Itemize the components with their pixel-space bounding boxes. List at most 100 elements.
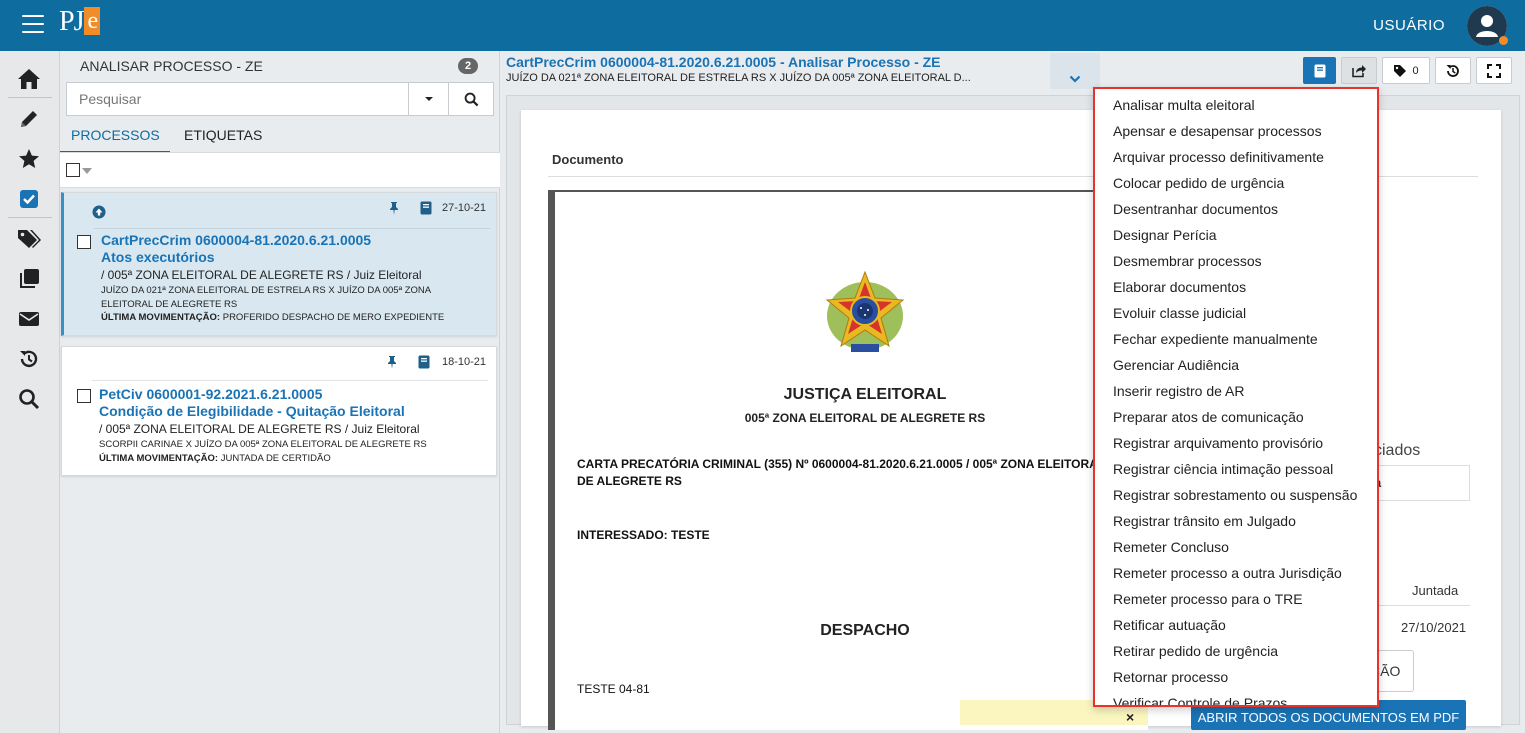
document-case-heading: CARTA PRECATÓRIA CRIMINAL (355) Nº 06000… xyxy=(577,457,1105,488)
process-orgao: / 005ª ZONA ELEITORAL DE ALEGRETE RS / J… xyxy=(99,422,420,436)
process-number[interactable]: CartPrecCrim 0600004-81.2020.6.21.0005 xyxy=(101,232,371,248)
list-tabs: PROCESSOS ETIQUETAS xyxy=(60,123,500,153)
status-dot xyxy=(1499,36,1508,45)
expand-header-button[interactable] xyxy=(1050,53,1100,89)
book-icon[interactable] xyxy=(419,201,433,215)
process-number[interactable]: PetCiv 0600001-92.2021.6.21.0005 xyxy=(99,386,322,402)
menu-item[interactable]: Retornar processo xyxy=(1113,669,1228,689)
document-type-heading: DESPACHO xyxy=(820,622,910,639)
process-parties: JUÍZO DA 021ª ZONA ELEITORAL DE ESTRELA … xyxy=(506,72,971,84)
tab-etiquetas[interactable]: ETIQUETAS xyxy=(184,123,262,153)
transitions-button[interactable] xyxy=(1341,57,1377,84)
process-title[interactable]: CartPrecCrim 0600004-81.2020.6.21.0005 -… xyxy=(506,54,941,70)
last-movement-label: ÚLTIMA MOVIMENTAÇÃO: xyxy=(99,453,219,464)
process-card[interactable]: 27-10-21 CartPrecCrim 0600004-81.2020.6.… xyxy=(61,192,497,336)
pje-logo[interactable]: PJ e xyxy=(59,6,101,38)
process-card[interactable]: 18-10-21 PetCiv 0600001-92.2021.6.21.000… xyxy=(61,346,497,476)
pencil-icon[interactable] xyxy=(17,107,41,131)
menu-item[interactable]: Preparar atos de comunicação xyxy=(1113,409,1304,429)
menu-item[interactable]: Inserir registro de AR xyxy=(1113,383,1245,403)
process-class[interactable]: Condição de Elegibilidade - Quitação Ele… xyxy=(99,403,405,419)
history-icon xyxy=(1446,64,1459,77)
document-page: JUSTIÇA ELEITORAL 005ª ZONA ELEITORAL DE… xyxy=(548,190,1148,730)
menu-item[interactable]: Designar Perícia xyxy=(1113,227,1217,247)
user-avatar[interactable] xyxy=(1467,6,1508,46)
user-label[interactable]: USUÁRIO xyxy=(1373,17,1445,34)
menu-item[interactable]: Gerenciar Audiência xyxy=(1113,357,1239,377)
book-icon xyxy=(1314,64,1325,77)
search-options-button[interactable] xyxy=(408,83,448,115)
menu-item[interactable]: Fechar expediente manualmente xyxy=(1113,331,1318,351)
brazil-coat-of-arms-icon xyxy=(825,270,905,352)
menu-item[interactable]: Registrar arquivamento provisório xyxy=(1113,435,1323,455)
selection-options-caret[interactable] xyxy=(82,168,92,174)
process-orgao: / 005ª ZONA ELEITORAL DE ALEGRETE RS / J… xyxy=(101,268,422,282)
search-input[interactable] xyxy=(67,83,407,115)
last-movement-label: ÚLTIMA MOVIMENTAÇÃO: xyxy=(101,312,221,323)
last-movement-value: JUNTADA DE CERTIDÃO xyxy=(218,453,331,464)
juntada-date: 27/10/2021 xyxy=(1401,620,1467,635)
menu-item[interactable]: Remeter Concluso xyxy=(1113,539,1229,559)
document-body-text: TESTE 04-81 xyxy=(577,682,650,696)
menu-item[interactable]: Registrar trânsito em Julgado xyxy=(1113,513,1296,533)
arrow-up-circle-icon[interactable] xyxy=(92,205,106,219)
menu-item[interactable]: Elaborar documentos xyxy=(1113,279,1246,299)
envelope-icon[interactable] xyxy=(17,307,41,331)
pin-icon[interactable] xyxy=(385,355,399,369)
menu-item[interactable]: Desmembrar processos xyxy=(1113,253,1262,273)
nav-divider xyxy=(8,217,52,218)
checkbox-icon[interactable] xyxy=(17,187,41,211)
process-checkbox[interactable] xyxy=(77,389,91,403)
menu-item[interactable]: Retirar pedido de urgência xyxy=(1113,643,1278,663)
process-partes: JUÍZO DA 021ª ZONA ELEITORAL DE ESTRELA … xyxy=(101,285,431,310)
menu-item[interactable]: Arquivar processo definitivamente xyxy=(1113,149,1324,169)
associated-heading: ciados xyxy=(1374,442,1421,459)
tab-processos[interactable]: PROCESSOS xyxy=(60,123,170,153)
tags-button[interactable]: 0 xyxy=(1382,57,1430,84)
history-icon[interactable] xyxy=(17,347,41,371)
menu-item[interactable]: Retificar autuação xyxy=(1113,617,1226,637)
task-title: ANALISAR PROCESSO - ZE xyxy=(80,58,263,74)
table-divider xyxy=(1374,605,1470,606)
process-count-badge: 2 xyxy=(458,58,478,74)
menu-item[interactable]: Desentranhar documentos xyxy=(1113,201,1278,221)
search-icon[interactable] xyxy=(17,387,41,411)
tags-icon[interactable] xyxy=(17,227,41,251)
nav-divider xyxy=(8,97,52,98)
search-box xyxy=(66,82,494,116)
copy-icon[interactable] xyxy=(17,267,41,291)
select-all-checkbox[interactable] xyxy=(66,163,80,177)
tag-icon xyxy=(1394,64,1407,77)
process-date: 18-10-21 xyxy=(441,356,486,368)
logo-accent: e xyxy=(84,7,101,35)
autos-button[interactable] xyxy=(1303,57,1336,84)
last-movement: ÚLTIMA MOVIMENTAÇÃO: PROFERIDO DESPACHO … xyxy=(101,312,444,323)
menu-item[interactable]: Registrar ciência intimação pessoal xyxy=(1113,461,1333,481)
process-checkbox[interactable] xyxy=(77,235,91,249)
close-notice-button[interactable]: × xyxy=(1126,709,1134,725)
menu-item[interactable]: Evoluir classe judicial xyxy=(1113,305,1246,325)
menu-icon[interactable] xyxy=(22,15,44,33)
menu-item[interactable]: Apensar e desapensar processos xyxy=(1113,123,1322,143)
search-icon xyxy=(464,92,479,106)
share-icon xyxy=(1352,65,1366,78)
menu-item[interactable]: Verificar Controle de Prazos xyxy=(1113,695,1287,705)
menu-item[interactable]: Analisar multa eleitoral xyxy=(1113,97,1255,117)
book-icon[interactable] xyxy=(417,355,431,369)
transitions-menu: Analisar multa eleitoral Apensar e desap… xyxy=(1093,87,1379,707)
document-label: Documento xyxy=(552,152,624,167)
associated-field[interactable] xyxy=(1374,465,1470,501)
history-button[interactable] xyxy=(1435,57,1471,84)
menu-item[interactable]: Registrar sobrestamento ou suspensão xyxy=(1113,487,1357,507)
process-list-panel: ANALISAR PROCESSO - ZE 2 PROCESSOS ETIQU… xyxy=(60,51,500,733)
search-button[interactable] xyxy=(448,83,494,115)
menu-item[interactable]: Colocar pedido de urgência xyxy=(1113,175,1284,195)
star-icon[interactable] xyxy=(17,147,41,171)
home-icon[interactable] xyxy=(17,67,41,91)
menu-item[interactable]: Remeter processo para o TRE xyxy=(1113,591,1303,611)
menu-item[interactable]: Remeter processo a outra Jurisdição xyxy=(1113,565,1342,585)
pin-icon[interactable] xyxy=(387,201,401,215)
process-class[interactable]: Atos executórios xyxy=(101,249,215,265)
caret-down-icon xyxy=(424,97,433,101)
fullscreen-button[interactable] xyxy=(1476,57,1512,84)
